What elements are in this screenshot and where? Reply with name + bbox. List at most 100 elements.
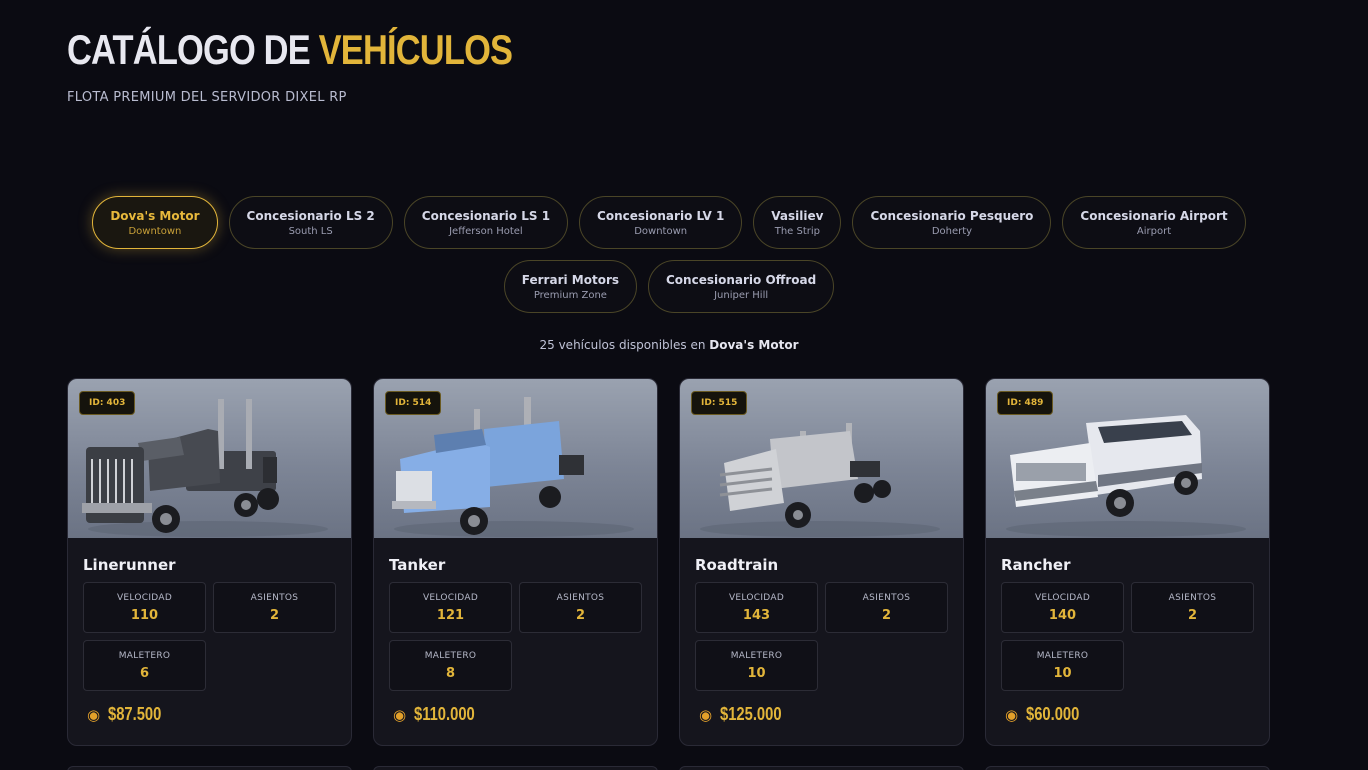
dealer-tab-location: South LS xyxy=(288,225,333,237)
availability-dealer: Dova's Motor xyxy=(709,338,799,352)
vehicle-card-linerunner[interactable]: ID: 403 Linerunner VELOCIDAD 110 ASIENTO… xyxy=(67,378,352,746)
stat-trunk: MALETERO 8 xyxy=(389,640,512,691)
stat-speed: VELOCIDAD 121 xyxy=(389,582,512,633)
dealer-tab-ferrari-motors[interactable]: Ferrari Motors Premium Zone xyxy=(503,260,637,313)
vehicle-card-next-row[interactable] xyxy=(985,766,1270,770)
stat-value: 2 xyxy=(575,608,586,623)
vehicle-price: ◉ $125.000 xyxy=(699,704,795,725)
dealer-tab-name: Concesionario LS 2 xyxy=(246,208,375,223)
price-value: $60.000 xyxy=(1026,704,1080,724)
page-title: CATÁLOGO DE VEHÍCULOS xyxy=(67,26,513,74)
dealer-tab-concesionario-airport[interactable]: Concesionario Airport Airport xyxy=(1062,196,1246,249)
vehicle-name: Rancher xyxy=(1001,556,1071,574)
stat-label: ASIENTOS xyxy=(556,593,605,603)
dealer-tab-name: Vasiliev xyxy=(771,208,824,223)
dealer-tab-location: Airport xyxy=(1136,225,1172,237)
vehicle-id-badge: ID: 403 xyxy=(79,391,136,415)
stat-label: VELOCIDAD xyxy=(728,593,785,603)
stat-value: 8 xyxy=(445,666,456,681)
dealer-tab-location: Premium Zone xyxy=(533,289,607,301)
vehicle-image: ID: 403 xyxy=(68,379,351,538)
stat-label: ASIENTOS xyxy=(1168,593,1217,603)
stat-value: 2 xyxy=(269,608,280,623)
stat-label: MALETERO xyxy=(1036,651,1089,661)
stat-trunk: MALETERO 10 xyxy=(695,640,818,691)
stat-seats: ASIENTOS 2 xyxy=(519,582,642,633)
stat-seats: ASIENTOS 2 xyxy=(825,582,948,633)
stat-speed: VELOCIDAD 110 xyxy=(83,582,206,633)
vehicle-id-badge: ID: 515 xyxy=(691,391,748,415)
stat-value: 2 xyxy=(881,608,892,623)
money-bag-icon: ◉ xyxy=(699,705,713,724)
price-value: $125.000 xyxy=(720,704,782,724)
dealer-tab-location: The Strip xyxy=(774,225,821,237)
stat-label: ASIENTOS xyxy=(250,593,299,603)
vehicle-name: Roadtrain xyxy=(695,556,779,574)
availability-text: 25 vehículos disponibles en xyxy=(539,338,706,352)
dealer-tab-location: Downtown xyxy=(634,225,688,237)
title-part1: CATÁLOGO DE xyxy=(67,26,311,73)
dealer-tab-concesionario-offroad[interactable]: Concesionario Offroad Juniper Hill xyxy=(648,260,835,313)
stat-seats: ASIENTOS 2 xyxy=(1131,582,1254,633)
stat-trunk: MALETERO 6 xyxy=(83,640,206,691)
dealer-tab-location: Doherty xyxy=(931,225,973,237)
vehicle-card-next-row[interactable] xyxy=(67,766,352,770)
availability-count: 25 vehículos disponibles en Dova's Motor xyxy=(0,338,1368,352)
stat-seats: ASIENTOS 2 xyxy=(213,582,336,633)
dealer-tab-name: Concesionario LV 1 xyxy=(597,208,725,223)
stat-value: 143 xyxy=(742,608,771,623)
title-part2: VEHÍCULOS xyxy=(318,26,513,73)
money-bag-icon: ◉ xyxy=(87,705,101,724)
dealer-tab-name: Concesionario Offroad xyxy=(666,272,817,287)
dealer-tab-name: Concesionario Pesquero xyxy=(870,208,1034,223)
dealer-tabs-row2: Ferrari Motors Premium Zone Concesionari… xyxy=(0,260,1368,313)
stat-label: MALETERO xyxy=(424,651,477,661)
dealer-tab-name: Concesionario LS 1 xyxy=(421,208,551,223)
stat-label: MALETERO xyxy=(118,651,171,661)
dealer-tab-concesionario-ls2[interactable]: Concesionario LS 2 South LS xyxy=(228,196,393,249)
dealer-tab-name: Concesionario Airport xyxy=(1080,208,1228,223)
dealer-tab-concesionario-lv1[interactable]: Concesionario LV 1 Downtown xyxy=(579,196,743,249)
vehicle-image: ID: 514 xyxy=(374,379,657,538)
stat-label: VELOCIDAD xyxy=(422,593,479,603)
dealer-tab-vasiliev[interactable]: Vasiliev The Strip xyxy=(753,196,842,249)
stat-value: 110 xyxy=(130,608,159,623)
dealer-tab-location: Juniper Hill xyxy=(714,289,769,301)
stat-speed: VELOCIDAD 140 xyxy=(1001,582,1124,633)
dealer-tabs-row1: Dova's Motor Downtown Concesionario LS 2… xyxy=(0,196,1368,249)
stat-value: 6 xyxy=(139,666,150,681)
vehicle-price: ◉ $110.000 xyxy=(393,704,488,725)
stat-label: ASIENTOS xyxy=(862,593,911,603)
dealer-tab-location: Downtown xyxy=(128,225,182,237)
price-value: $87.500 xyxy=(108,704,162,724)
vehicle-card-next-row[interactable] xyxy=(679,766,964,770)
dealer-tab-name: Dova's Motor xyxy=(110,208,200,223)
vehicle-price: ◉ $60.000 xyxy=(1005,704,1091,725)
vehicle-card-rancher[interactable]: ID: 489 Rancher VELOCIDAD 140 ASIENTOS 2… xyxy=(985,378,1270,746)
stat-value: 10 xyxy=(1053,666,1072,681)
stat-value: 140 xyxy=(1048,608,1077,623)
dealer-tab-location: Jefferson Hotel xyxy=(449,225,523,237)
stat-label: VELOCIDAD xyxy=(1034,593,1091,603)
vehicle-image: ID: 489 xyxy=(986,379,1269,538)
stat-label: VELOCIDAD xyxy=(116,593,173,603)
page-subtitle: FLOTA PREMIUM DEL SERVIDOR DIXEL RP xyxy=(67,90,347,105)
money-bag-icon: ◉ xyxy=(393,705,407,724)
vehicle-card-next-row[interactable] xyxy=(373,766,658,770)
vehicle-name: Tanker xyxy=(389,556,446,574)
stat-value: 10 xyxy=(747,666,766,681)
vehicle-card-tanker[interactable]: ID: 514 Tanker VELOCIDAD 121 ASIENTOS 2 … xyxy=(373,378,658,746)
dealer-tab-dovas-motor[interactable]: Dova's Motor Downtown xyxy=(92,196,218,249)
stat-label: MALETERO xyxy=(730,651,783,661)
dealer-tab-concesionario-ls1[interactable]: Concesionario LS 1 Jefferson Hotel xyxy=(403,196,569,249)
page-header: CATÁLOGO DE VEHÍCULOS FLOTA PREMIUM DEL … xyxy=(67,26,610,105)
vehicle-price: ◉ $87.500 xyxy=(87,704,173,725)
dealer-tab-name: Ferrari Motors xyxy=(521,272,619,287)
dealer-tab-concesionario-pesquero[interactable]: Concesionario Pesquero Doherty xyxy=(852,196,1052,249)
vehicle-card-roadtrain[interactable]: ID: 515 Roadtrain VELOCIDAD 143 ASIENTOS… xyxy=(679,378,964,746)
stat-trunk: MALETERO 10 xyxy=(1001,640,1124,691)
vehicle-id-badge: ID: 514 xyxy=(385,391,442,415)
vehicle-id-badge: ID: 489 xyxy=(997,391,1054,415)
vehicle-image: ID: 515 xyxy=(680,379,963,538)
stat-value: 2 xyxy=(1187,608,1198,623)
